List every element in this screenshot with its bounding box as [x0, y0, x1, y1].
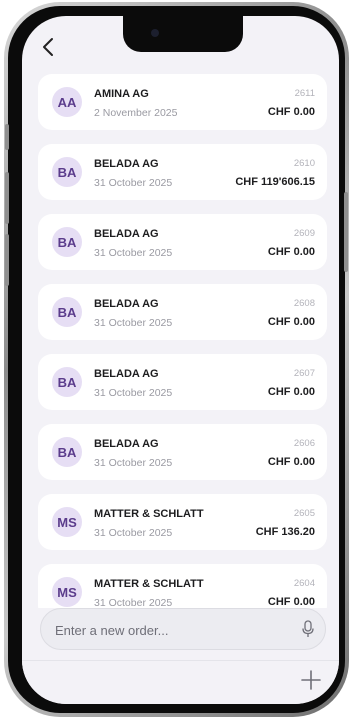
order-amount: CHF 0.00 [267, 596, 315, 608]
order-date: 2 November 2025 [94, 107, 178, 119]
camera-icon [151, 29, 159, 37]
phone-frame: AA AMINA AG 2 November 2025 2611 CHF 0.0… [4, 2, 349, 717]
order-number: 2608 [293, 298, 315, 309]
order-number: 2605 [293, 508, 315, 519]
order-date: 31 October 2025 [94, 177, 173, 189]
power-button [344, 192, 348, 272]
back-button[interactable] [38, 36, 60, 58]
notch [123, 16, 243, 52]
order-date: 31 October 2025 [94, 317, 173, 329]
order-card[interactable]: AA AMINA AG 2 November 2025 2611 CHF 0.0… [38, 74, 327, 130]
order-card[interactable]: BA BELADA AG 31 October 2025 2608 CHF 0.… [38, 284, 327, 340]
avatar: BA [52, 437, 82, 467]
customer-name: MATTER & SCHLATT [94, 578, 204, 590]
customer-name: BELADA AG [94, 438, 159, 450]
avatar: MS [52, 507, 82, 537]
volume-up-button [5, 172, 9, 224]
order-amount: CHF 0.00 [267, 246, 315, 258]
new-order-field[interactable] [40, 608, 326, 651]
order-amount: CHF 0.00 [267, 106, 315, 118]
order-card[interactable]: BA BELADA AG 31 October 2025 2606 CHF 0.… [38, 424, 327, 480]
add-order-button[interactable] [299, 668, 323, 692]
order-number: 2607 [293, 368, 315, 379]
chevron-left-icon [43, 38, 53, 56]
order-number: 2604 [293, 578, 315, 589]
order-card[interactable]: BA BELADA AG 31 October 2025 2609 CHF 0.… [38, 214, 327, 270]
customer-name: BELADA AG [94, 368, 159, 380]
order-date: 31 October 2025 [94, 247, 173, 259]
volume-down-button [5, 234, 9, 286]
order-number: 2610 [293, 158, 315, 169]
order-amount: CHF 136.20 [255, 526, 315, 538]
order-number: 2611 [294, 88, 315, 99]
composer-area [22, 608, 339, 704]
customer-name: BELADA AG [94, 228, 159, 240]
new-order-input[interactable] [53, 609, 297, 651]
avatar: BA [52, 297, 82, 327]
order-card[interactable]: BA BELADA AG 31 October 2025 2607 CHF 0.… [38, 354, 327, 410]
silent-switch [5, 124, 9, 150]
plus-icon [301, 670, 321, 690]
customer-name: AMINA AG [94, 88, 149, 100]
avatar: AA [52, 87, 82, 117]
order-card[interactable]: BA BELADA AG 31 October 2025 2610 CHF 11… [38, 144, 327, 200]
order-number: 2609 [293, 228, 315, 239]
app-screen: AA AMINA AG 2 November 2025 2611 CHF 0.0… [22, 16, 339, 704]
order-amount: CHF 0.00 [267, 386, 315, 398]
customer-name: MATTER & SCHLATT [94, 508, 204, 520]
order-amount: CHF 119'606.15 [235, 176, 315, 188]
customer-name: BELADA AG [94, 298, 159, 310]
order-amount: CHF 0.00 [267, 316, 315, 328]
avatar: BA [52, 157, 82, 187]
avatar: BA [52, 367, 82, 397]
microphone-icon[interactable] [301, 620, 315, 638]
order-amount: CHF 0.00 [267, 456, 315, 468]
avatar: MS [52, 577, 82, 607]
order-card[interactable]: MS MATTER & SCHLATT 31 October 2025 2605… [38, 494, 327, 550]
customer-name: BELADA AG [94, 158, 159, 170]
order-date: 31 October 2025 [94, 527, 173, 539]
toolbar-divider [22, 660, 339, 661]
order-date: 31 October 2025 [94, 387, 173, 399]
order-date: 31 October 2025 [94, 457, 173, 469]
avatar: BA [52, 227, 82, 257]
order-number: 2606 [293, 438, 315, 449]
